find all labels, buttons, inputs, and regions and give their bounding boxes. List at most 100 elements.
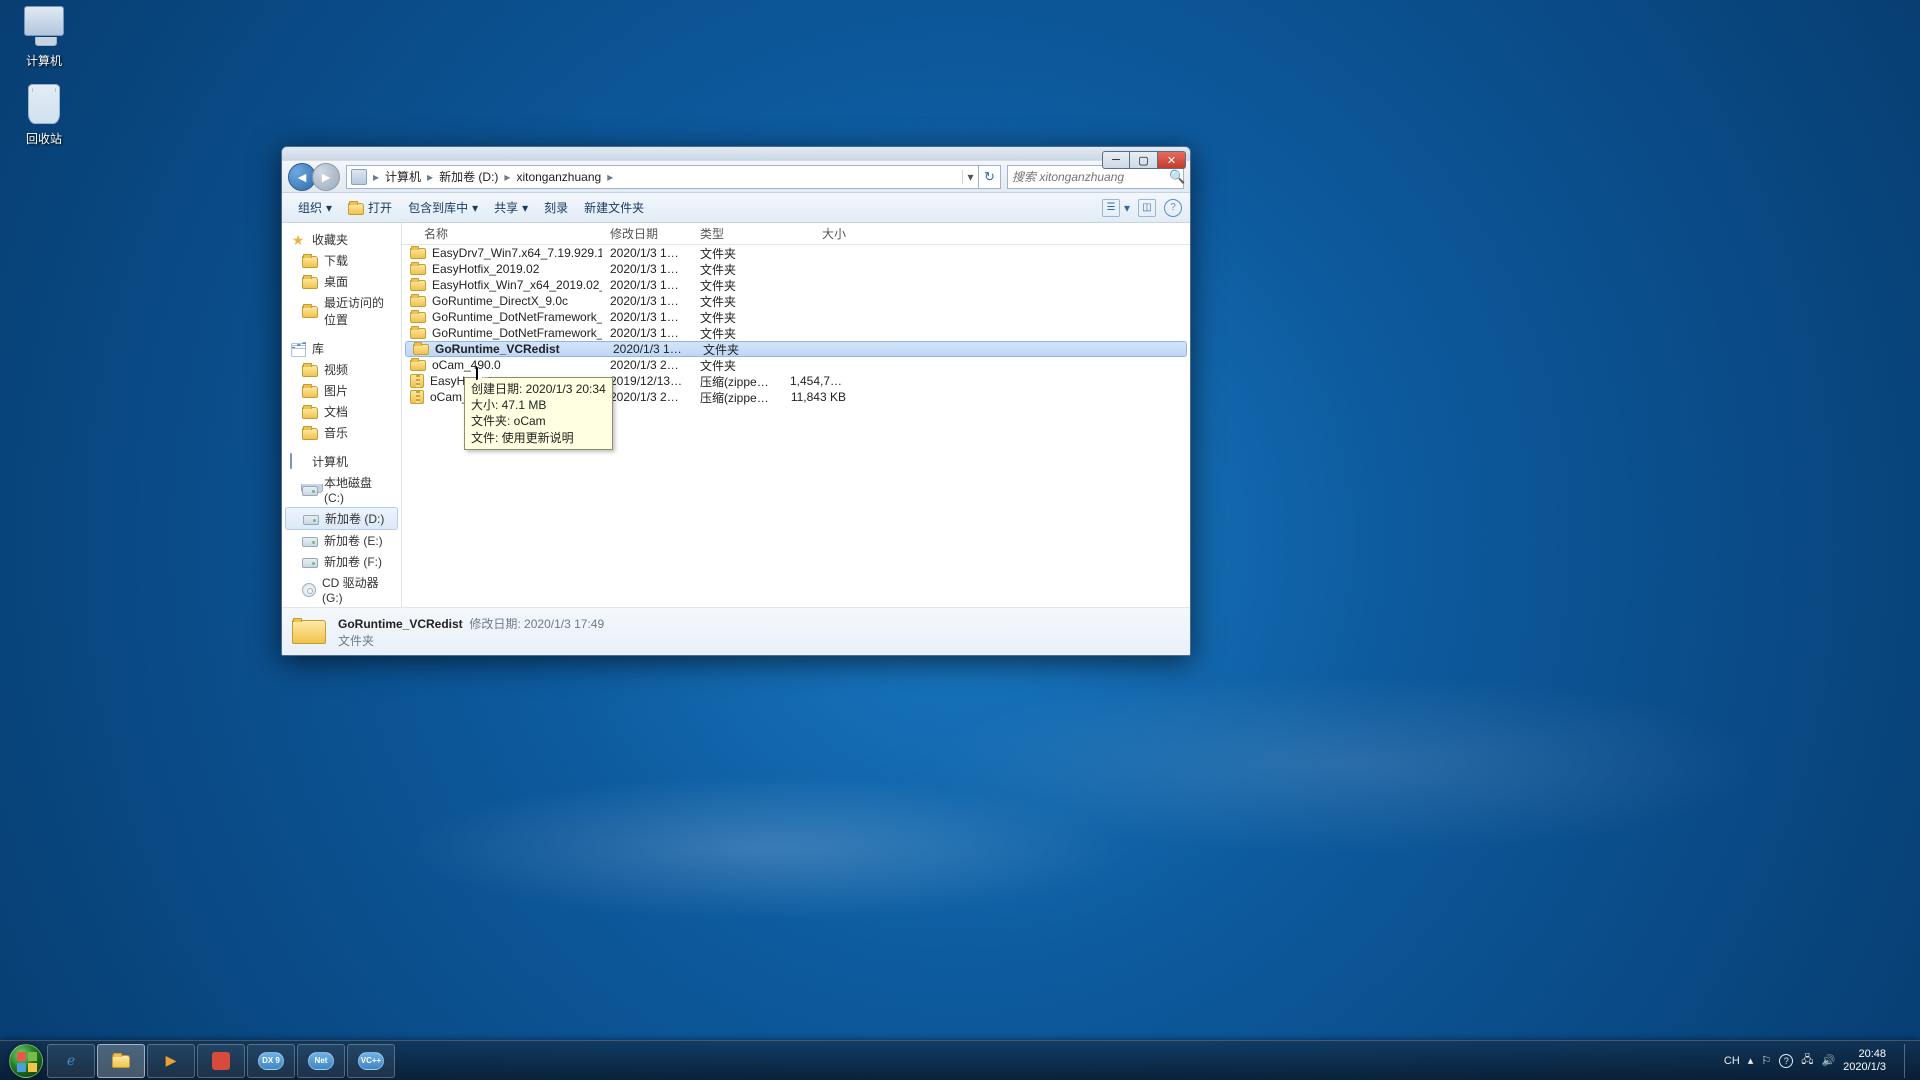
nav-item-documents[interactable]: 文档 — [282, 401, 401, 422]
organize-menu[interactable]: 组织 ▾ — [290, 193, 340, 222]
file-row[interactable]: EasyHotfix_2019.022020/1/3 17:50文件夹 — [402, 261, 1190, 277]
breadcrumb-bar[interactable]: ▸ 计算机▸ 新加卷 (D:)▸ xitonganzhuang▸ ▾ — [346, 165, 979, 189]
libraries-icon: 🗂 — [290, 341, 306, 357]
details-pane: GoRuntime_VCRedist 修改日期: 2020/1/3 17:49 … — [282, 607, 1190, 655]
taskbar-explorer[interactable] — [97, 1044, 145, 1078]
taskbar-cloud-dx9[interactable]: DX 9 — [247, 1044, 295, 1078]
nav-item-drive[interactable]: CD 驱动器 (G:) — [282, 572, 401, 607]
folder-icon — [410, 312, 426, 323]
breadcrumb-dropdown[interactable]: ▾ — [962, 170, 978, 184]
close-button[interactable]: ✕ — [1158, 151, 1186, 169]
nav-item-desktop[interactable]: 桌面 — [282, 271, 401, 292]
tray-ime[interactable]: CH — [1724, 1055, 1740, 1067]
tray-network-icon[interactable]: 🖧 — [1801, 1051, 1813, 1070]
desktop-icon-computer[interactable]: 计算机 — [6, 6, 82, 69]
help-button[interactable]: ? — [1164, 199, 1182, 217]
window-titlebar[interactable] — [282, 147, 1190, 161]
tray-volume-icon[interactable]: 🔊 — [1821, 1054, 1835, 1067]
folder-icon — [410, 264, 426, 275]
taskbar-app-red[interactable] — [197, 1044, 245, 1078]
taskbar-cloud-net[interactable]: Net — [297, 1044, 345, 1078]
system-tray: CH ▴ ⚐ ? 🖧 🔊 20:48 2020/1/3 — [1724, 1044, 1914, 1078]
computer-icon — [290, 454, 306, 470]
minimize-button[interactable]: ─ — [1102, 151, 1130, 169]
file-row[interactable]: oCam_490.02020/1/3 20:34文件夹 — [402, 357, 1190, 373]
column-date[interactable]: 修改日期 — [602, 225, 692, 242]
details-meta-label: 修改日期: — [469, 617, 520, 631]
column-type[interactable]: 类型 — [692, 225, 782, 242]
new-folder-button[interactable]: 新建文件夹 — [576, 193, 652, 222]
folder-icon — [410, 328, 426, 339]
nav-item-music[interactable]: 音乐 — [282, 422, 401, 443]
zip-icon — [410, 390, 424, 404]
column-headers[interactable]: 名称 修改日期 类型 大小 — [402, 223, 1190, 245]
folder-icon — [112, 1055, 130, 1068]
breadcrumb-segment[interactable]: 计算机 — [381, 168, 425, 185]
details-name: GoRuntime_VCRedist — [338, 617, 463, 631]
breadcrumb-segment[interactable]: xitonganzhuang — [512, 170, 605, 184]
search-input[interactable] — [1012, 170, 1169, 184]
nav-item-drive[interactable]: 本地磁盘 (C:) — [282, 472, 401, 507]
details-type: 文件夹 — [338, 632, 604, 649]
file-row[interactable]: GoRuntime_DotNetFramework_3.x2020/1/3 17… — [402, 309, 1190, 325]
include-menu[interactable]: 包含到库中 ▾ — [400, 193, 486, 222]
cloud-icon: DX 9 — [258, 1052, 284, 1070]
view-options-button[interactable]: ☰ — [1102, 199, 1120, 217]
nav-item-videos[interactable]: 视频 — [282, 359, 401, 380]
folder-icon — [302, 428, 318, 440]
file-row[interactable]: GoRuntime_VCRedist2020/1/3 17:49文件夹 — [405, 341, 1187, 357]
libraries-group[interactable]: 🗂库 — [282, 338, 401, 359]
file-list: 名称 修改日期 类型 大小 EasyDrv7_Win7.x64_7.19.929… — [402, 223, 1190, 607]
refresh-button[interactable]: ↻ — [979, 165, 1001, 189]
address-bar-row: ◄ ► ▸ 计算机▸ 新加卷 (D:)▸ xitonganzhuang▸ ▾ ↻… — [282, 161, 1190, 193]
nav-item-pictures[interactable]: 图片 — [282, 380, 401, 401]
breadcrumb-segment[interactable]: 新加卷 (D:) — [435, 168, 502, 185]
tray-overflow-icon[interactable]: ▴ — [1748, 1054, 1754, 1067]
file-row[interactable]: EasyDrv7_Win7.x64_7.19.929.12020/1/3 17:… — [402, 245, 1190, 261]
tray-clock[interactable]: 20:48 2020/1/3 — [1843, 1048, 1890, 1073]
computer-group[interactable]: 计算机 — [282, 451, 401, 472]
folder-icon — [302, 365, 318, 377]
nav-item-recent[interactable]: 最近访问的位置 — [282, 292, 401, 330]
nav-item-drive[interactable]: 新加卷 (F:) — [282, 551, 401, 572]
open-button[interactable]: 打开 — [340, 193, 400, 222]
preview-pane-button[interactable]: ◫ — [1138, 199, 1156, 217]
tray-help-icon[interactable]: ? — [1779, 1054, 1793, 1068]
forward-button[interactable]: ► — [312, 163, 340, 191]
column-size[interactable]: 大小 — [782, 225, 854, 242]
share-menu[interactable]: 共享 ▾ — [486, 193, 536, 222]
show-desktop-button[interactable] — [1904, 1044, 1914, 1078]
taskbar-ie[interactable]: ℯ — [47, 1044, 95, 1078]
folder-icon — [302, 256, 318, 268]
folder-icon — [302, 306, 318, 318]
burn-button[interactable]: 刻录 — [536, 193, 576, 222]
cloud-icon: Net — [308, 1052, 334, 1070]
taskbar-media-player[interactable]: ▶ — [147, 1044, 195, 1078]
taskbar-cloud-vc[interactable]: VC++ — [347, 1044, 395, 1078]
folder-icon — [302, 407, 318, 419]
desktop-background-swirl — [0, 680, 1920, 960]
star-icon: ★ — [290, 232, 306, 248]
desktop-icon-recycle-bin[interactable]: 回收站 — [6, 84, 82, 147]
navigation-pane: ★收藏夹 下载 桌面 最近访问的位置 🗂库 视频 图片 文档 音乐 计算机 本地… — [282, 223, 402, 607]
file-row[interactable]: GoRuntime_DotNetFramework_4.x2020/1/3 17… — [402, 325, 1190, 341]
windows-orb-icon — [9, 1044, 43, 1078]
nav-item-drive[interactable]: 新加卷 (D:) — [285, 507, 398, 530]
cloud-icon: VC++ — [358, 1052, 384, 1070]
file-row[interactable]: EasyHotfix_Win7_x64_2019.02_ITSK.C...202… — [402, 277, 1190, 293]
computer-icon — [24, 6, 64, 36]
drive-icon — [303, 515, 319, 525]
start-button[interactable] — [6, 1041, 46, 1080]
maximize-button[interactable]: ▢ — [1130, 151, 1158, 169]
nav-item-downloads[interactable]: 下载 — [282, 250, 401, 271]
nav-item-drive[interactable]: 新加卷 (E:) — [282, 530, 401, 551]
folder-icon — [410, 296, 426, 307]
file-row[interactable]: GoRuntime_DirectX_9.0c2020/1/3 17:51文件夹 — [402, 293, 1190, 309]
zip-icon — [410, 374, 424, 388]
favorites-group[interactable]: ★收藏夹 — [282, 229, 401, 250]
column-name[interactable]: 名称 — [402, 225, 602, 242]
desktop-icon-label: 计算机 — [6, 52, 82, 69]
drive-icon — [302, 537, 318, 547]
view-dropdown[interactable]: ▾ — [1124, 201, 1130, 215]
tray-action-center-icon[interactable]: ⚐ — [1761, 1054, 1771, 1067]
